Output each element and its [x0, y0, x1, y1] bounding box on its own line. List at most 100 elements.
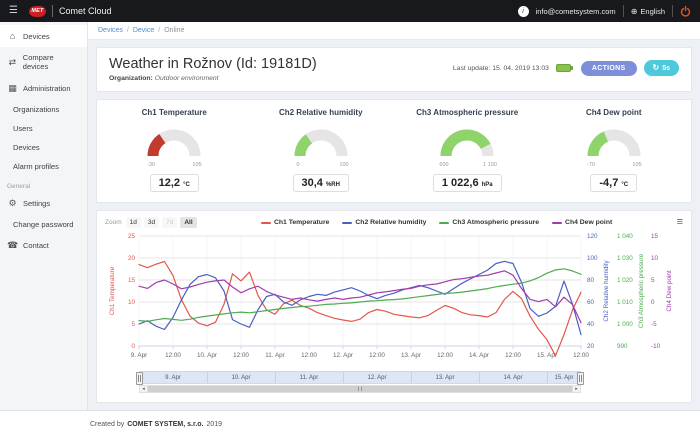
zoom-button-all[interactable]: All: [180, 217, 196, 228]
svg-text:0: 0: [296, 162, 299, 168]
logo-divider: [52, 5, 53, 17]
sidebar-item-label: Compare devices: [23, 53, 80, 71]
svg-text:10. Apr: 10. Apr: [197, 352, 217, 359]
navigator-label: 13. Apr: [435, 375, 454, 381]
app-title: Comet Cloud: [59, 6, 112, 16]
sidebar-item-change-password[interactable]: Change password: [0, 215, 87, 234]
svg-text:12:00: 12:00: [233, 352, 249, 359]
svg-text:12. Apr: 12. Apr: [333, 352, 353, 359]
organization-label: Organization:: [109, 75, 153, 82]
sidebar-item-settings[interactable]: ⚙Settings: [0, 192, 87, 215]
refresh-interval-button[interactable]: ↻ 5s: [644, 60, 680, 76]
gauge-ch2-relative-humidity: Ch2 Relative humidity010030,4 %RH: [248, 108, 395, 192]
svg-text:25: 25: [128, 233, 136, 240]
navigator-label: 15. Apr: [554, 375, 573, 381]
comet-logo[interactable]: MET Comet Cloud: [29, 5, 112, 17]
sidebar-item-users[interactable]: Users: [0, 119, 87, 138]
language-selector[interactable]: ⊕ English: [631, 7, 665, 16]
scrollbar-thumb[interactable]: [148, 386, 572, 392]
svg-text:1 100: 1 100: [483, 162, 497, 168]
svg-text:1 040: 1 040: [617, 233, 633, 240]
svg-text:40: 40: [587, 321, 595, 328]
sidebar-item-contact[interactable]: ☎Contact: [0, 234, 87, 257]
sidebar-item-administration[interactable]: ▦Administration: [0, 77, 87, 100]
sidebar-item-label: Settings: [23, 199, 50, 208]
svg-text:12:00: 12:00: [505, 352, 521, 359]
svg-text:105: 105: [632, 162, 641, 168]
svg-text:0: 0: [651, 299, 655, 306]
user-avatar[interactable]: i: [518, 6, 529, 17]
svg-text:1 000: 1 000: [617, 321, 633, 328]
navigator-separator: [411, 372, 412, 383]
series-ch4-dew-point: [139, 271, 581, 323]
legend-item-ch1-temperature[interactable]: Ch1 Temperature: [261, 219, 329, 226]
svg-text:990: 990: [617, 343, 628, 350]
legend-label: Ch1 Temperature: [274, 219, 329, 226]
legend-item-ch4-dew-point[interactable]: Ch4 Dew point: [552, 219, 612, 226]
hamburger-icon[interactable]: ☰: [9, 6, 18, 16]
topbar: ☰ MET Comet Cloud i info@cometsystem.com…: [0, 0, 700, 22]
user-email[interactable]: info@cometsystem.com: [536, 7, 616, 16]
zoom-button-3d[interactable]: 3d: [144, 217, 159, 228]
footer-company: COMET SYSTEM, s.r.o.: [127, 421, 203, 428]
svg-text:1 010: 1 010: [617, 299, 633, 306]
svg-text:100: 100: [339, 162, 348, 168]
svg-text:5: 5: [131, 321, 135, 328]
sidebar-item-organizations[interactable]: Organizations: [0, 100, 87, 119]
actions-button[interactable]: ACTIONS: [581, 61, 637, 76]
navigator-separator: [275, 372, 276, 383]
refresh-icon: ↻: [653, 64, 660, 72]
svg-text:20: 20: [128, 255, 136, 262]
sidebar-item-label: Devices: [23, 32, 50, 41]
navigator-handle-right[interactable]: [577, 372, 584, 385]
chart-context-menu-icon[interactable]: ≡: [677, 217, 683, 228]
legend-item-ch2-relative-humidity[interactable]: Ch2 Relative humidity: [342, 219, 426, 226]
navigator-label: 9. Apr: [165, 375, 181, 381]
breadcrumb: Devices/Device/Online: [88, 22, 700, 40]
scrollbar-track[interactable]: [148, 385, 572, 393]
sidebar-item-devices[interactable]: Devices: [0, 138, 87, 157]
chart-navigator[interactable]: 9. Apr10. Apr11. Apr12. Apr13. Apr14. Ap…: [139, 371, 581, 384]
compare-icon: ⇄: [7, 57, 18, 68]
svg-text:80: 80: [587, 277, 595, 284]
sidebar-item-devices[interactable]: ⌂Devices: [0, 25, 87, 47]
main-chart-svg[interactable]: 9. Apr12:0010. Apr12:0011. Apr12:0012. A…: [105, 230, 685, 364]
breadcrumb-devices[interactable]: Devices: [98, 27, 123, 34]
svg-text:-5: -5: [651, 321, 657, 328]
gauge-value: 12,2 °C: [150, 174, 199, 192]
app-root: ☰ MET Comet Cloud i info@cometsystem.com…: [0, 0, 700, 438]
footer: Created by COMET SYSTEM, s.r.o. 2019: [0, 410, 700, 438]
scroll-left-icon[interactable]: ◂: [139, 385, 148, 393]
sidebar-item-label: Users: [13, 124, 33, 133]
legend-dash: [261, 222, 271, 224]
sidebar-section-general: General: [0, 176, 87, 192]
svg-text:0: 0: [131, 343, 135, 350]
gauge-ch4-dew-point: Ch4 Dew point-70105-4,7 °C: [541, 108, 688, 192]
svg-text:Ch3 Atmospheric pressure: Ch3 Atmospheric pressure: [638, 253, 645, 328]
svg-text:12:00: 12:00: [437, 352, 453, 359]
svg-text:Ch4 Dew point: Ch4 Dew point: [666, 270, 673, 312]
zoom-button-1d[interactable]: 1d: [126, 217, 141, 228]
last-update-text: Last update: 15. 04. 2019 13:03: [453, 65, 549, 72]
navigator-handle-left[interactable]: [136, 372, 143, 385]
svg-text:12:00: 12:00: [573, 352, 589, 359]
logout-power-icon[interactable]: [680, 6, 691, 17]
sidebar-item-compare-devices[interactable]: ⇄ Compare devices: [0, 47, 87, 77]
svg-text:10: 10: [651, 255, 659, 262]
comet-logo-badge: MET: [29, 6, 46, 17]
svg-text:12:00: 12:00: [301, 352, 317, 359]
legend-dash: [552, 222, 562, 224]
navigator-label: 11. Apr: [300, 375, 319, 381]
breadcrumb-device[interactable]: Device: [133, 27, 154, 34]
chart-scrollbar: ◂ ▸: [139, 385, 581, 393]
legend-label: Ch2 Relative humidity: [355, 219, 426, 226]
scroll-right-icon[interactable]: ▸: [572, 385, 581, 393]
organization-value: Outdoor environment: [155, 75, 219, 82]
gauge-title: Ch4 Dew point: [541, 108, 688, 117]
gauge-title: Ch1 Temperature: [101, 108, 248, 117]
sidebar-item-alarm-profiles[interactable]: Alarm profiles: [0, 157, 87, 176]
sidebar-item-label: General: [7, 183, 30, 190]
navigator-separator: [479, 372, 480, 383]
legend-item-ch3-atmospheric-pressure[interactable]: Ch3 Atmospheric pressure: [439, 219, 539, 226]
svg-text:100: 100: [587, 255, 598, 262]
